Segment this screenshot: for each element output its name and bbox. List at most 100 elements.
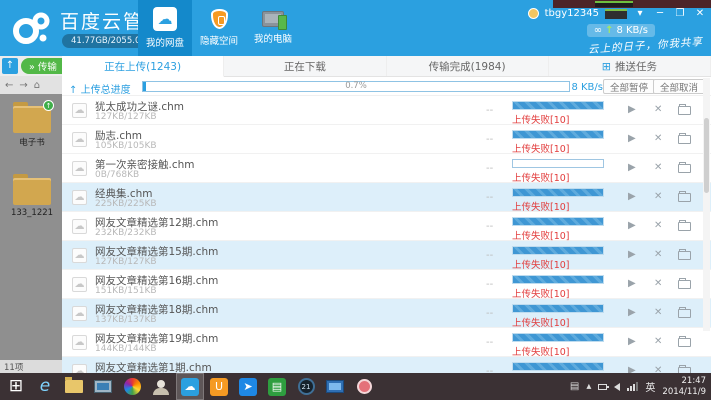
pinwheel-app-icon[interactable] <box>119 374 145 399</box>
green-app-icon[interactable]: ▤ <box>264 374 290 399</box>
minimize-button[interactable]: ─ <box>653 8 667 19</box>
upload-row[interactable]: ☁ 犹太成功之谜.chm 127KB/127KB -- 上传失败[10] ▶ ✕ <box>62 96 711 125</box>
shield-lock-icon <box>211 9 228 29</box>
scrollbar-thumb[interactable] <box>704 118 709 193</box>
nav-tab-netdisk[interactable]: ☁ 我的网盘 <box>138 0 192 56</box>
theme-preview-strip[interactable] <box>605 9 627 19</box>
remove-button[interactable]: ✕ <box>654 191 662 202</box>
resume-button[interactable]: ▶ <box>628 278 636 289</box>
resume-button[interactable]: ▶ <box>628 162 636 173</box>
baidu-cloud-window: 百度云管家 41.77GB/2055.00GB ☁ 我的网盘 隐藏空间 我的电脑 <box>0 0 711 373</box>
back-icon[interactable]: ← <box>5 80 13 91</box>
media-app-icon[interactable] <box>351 374 377 399</box>
tray-expand-icon[interactable]: ▴ <box>586 381 591 392</box>
overall-progress-row: ↑ 上传总进度 0.7% 8 KB/s 全部暂停 全部取消 <box>62 77 711 96</box>
network-signal-icon[interactable] <box>627 382 638 391</box>
battery-icon[interactable] <box>598 384 607 390</box>
open-folder-button[interactable] <box>678 135 691 144</box>
open-folder-button[interactable] <box>678 193 691 202</box>
row-speed-placeholder: -- <box>486 308 493 319</box>
tab-uploading[interactable]: 正在上传(1243) <box>62 56 224 77</box>
transfer-button[interactable]: » 传输 <box>21 58 62 74</box>
language-indicator[interactable]: 英 <box>645 379 655 394</box>
display-app-icon[interactable] <box>90 374 116 399</box>
baidu-cloud-logo-icon <box>10 9 54 47</box>
upload-row[interactable]: ☁ 网友文章精选第18期.chm 137KB/137KB -- 上传失败[10]… <box>62 299 711 328</box>
open-folder-button[interactable] <box>678 338 691 347</box>
resume-button[interactable]: ▶ <box>628 336 636 347</box>
upload-tab-icon[interactable]: ↑ <box>2 58 18 74</box>
user-avatar[interactable] <box>528 8 539 19</box>
remove-button[interactable]: ✕ <box>654 336 662 347</box>
remove-button[interactable]: ✕ <box>654 133 662 144</box>
forward-icon[interactable]: → <box>19 80 27 91</box>
speed-badge[interactable]: ∞ ↑ 8 KB/s <box>587 24 655 37</box>
resume-button[interactable]: ▶ <box>628 365 636 373</box>
resume-button[interactable]: ▶ <box>628 307 636 318</box>
internet-explorer-icon[interactable]: e <box>32 374 58 399</box>
upload-status: 上传失败[10] <box>512 344 570 358</box>
upload-row[interactable]: ☁ 网友文章精选第15期.chm 127KB/127KB -- 上传失败[10]… <box>62 241 711 270</box>
upload-row[interactable]: ☁ 网友文章精选第16期.chm 151KB/151KB -- 上传失败[10]… <box>62 270 711 299</box>
remove-button[interactable]: ✕ <box>654 104 662 115</box>
open-folder-button[interactable] <box>678 222 691 231</box>
close-button[interactable]: ✕ <box>693 8 707 19</box>
keyboard-icon[interactable]: ▤ <box>570 381 579 392</box>
open-folder-button[interactable] <box>678 251 691 260</box>
tab-downloading[interactable]: 正在下载 <box>224 56 386 76</box>
remote-desktop-icon[interactable] <box>322 374 348 399</box>
row-speed-placeholder: -- <box>486 279 493 290</box>
start-button[interactable]: ⊞ <box>3 374 29 399</box>
upload-row[interactable]: ☁ 第一次亲密接触.chm 0B/768KB -- 上传失败[10] ▶ ✕ <box>62 154 711 183</box>
upload-row[interactable]: ☁ 网友文章精选第12期.chm 232KB/232KB -- 上传失败[10]… <box>62 212 711 241</box>
remove-button[interactable]: ✕ <box>654 249 662 260</box>
open-folder-button[interactable] <box>678 164 691 173</box>
pause-all-button[interactable]: 全部暂停 <box>603 79 655 94</box>
speed-value: 8 KB/s <box>616 25 648 36</box>
maximize-button[interactable]: ❐ <box>673 8 687 19</box>
upload-row[interactable]: ☁ 励志.chm 105KB/105KB -- 上传失败[10] ▶ ✕ <box>62 125 711 154</box>
scrollbar[interactable] <box>703 78 710 331</box>
menu-caret-icon[interactable]: ▾ <box>633 8 647 19</box>
tab-completed[interactable]: 传输完成(1984) <box>387 56 549 76</box>
remove-button[interactable]: ✕ <box>654 162 662 173</box>
open-folder-button[interactable] <box>678 280 691 289</box>
resume-button[interactable]: ▶ <box>628 249 636 260</box>
folder-ebooks[interactable]: ↑ 电子书 <box>9 106 55 148</box>
folder-icon: ↑ <box>13 106 51 133</box>
tab-push-tasks[interactable]: ⊞推送任务 <box>549 56 711 76</box>
screen: 百度云管家 41.77GB/2055.00GB ☁ 我的网盘 隐藏空间 我的电脑 <box>0 0 711 400</box>
remove-button[interactable]: ✕ <box>654 365 662 373</box>
row-progress-bar <box>512 362 604 371</box>
remove-button[interactable]: ✕ <box>654 220 662 231</box>
baidu-cloud-taskbar-icon[interactable]: ☁ <box>177 374 203 399</box>
upload-row[interactable]: ☁ 经典集.chm 225KB/225KB -- 上传失败[10] ▶ ✕ <box>62 183 711 212</box>
resume-button[interactable]: ▶ <box>628 220 636 231</box>
remove-button[interactable]: ✕ <box>654 307 662 318</box>
clock-app-icon[interactable]: 21 <box>293 374 319 399</box>
open-folder-button[interactable] <box>678 106 691 115</box>
file-explorer-icon[interactable] <box>61 374 87 399</box>
contacts-app-icon[interactable] <box>148 374 174 399</box>
resume-button[interactable]: ▶ <box>628 191 636 202</box>
clock[interactable]: 21:47 2014/11/9 <box>662 376 706 397</box>
username[interactable]: tbgy12345 <box>545 8 599 19</box>
nav-tab-hidden-space[interactable]: 隐藏空间 <box>192 0 246 56</box>
row-progress-bar <box>512 101 604 110</box>
folder-numbered[interactable]: 133_1221 <box>9 178 55 218</box>
upload-row[interactable]: ☁ 网友文章精选第1期.chm 140KB/140KB -- 上传失败[10] … <box>62 357 711 373</box>
cancel-all-button[interactable]: 全部取消 <box>653 79 705 94</box>
row-progress-bar <box>512 304 604 313</box>
thunder-icon[interactable]: ➤ <box>235 374 261 399</box>
home-icon[interactable]: ⌂ <box>34 80 40 91</box>
remove-button[interactable]: ✕ <box>654 278 662 289</box>
nav-tab-my-computer[interactable]: 我的电脑 <box>246 0 300 56</box>
overall-progress-percent: 0.7% <box>142 81 570 92</box>
resume-button[interactable]: ▶ <box>628 133 636 144</box>
volume-icon[interactable] <box>614 383 620 391</box>
upload-row[interactable]: ☁ 网友文章精选第19期.chm 144KB/144KB -- 上传失败[10]… <box>62 328 711 357</box>
resume-button[interactable]: ▶ <box>628 104 636 115</box>
uc-browser-icon[interactable]: U <box>206 374 232 399</box>
row-progress-bar <box>512 159 604 168</box>
open-folder-button[interactable] <box>678 309 691 318</box>
